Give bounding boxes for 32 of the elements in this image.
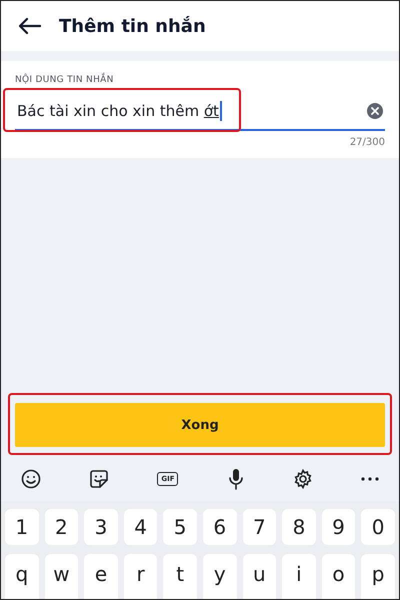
clear-icon[interactable] — [367, 103, 383, 119]
done-button[interactable]: Xong — [15, 403, 385, 447]
more-icon[interactable] — [361, 477, 379, 481]
microphone-icon[interactable] — [226, 468, 245, 490]
keyboard-key[interactable]: 2 — [44, 509, 78, 545]
keyboard-key[interactable]: y — [202, 554, 237, 599]
back-arrow-icon[interactable] — [19, 18, 41, 34]
keyboard-key[interactable]: 0 — [361, 509, 395, 545]
keyboard-key[interactable]: o — [322, 554, 356, 599]
sticker-icon[interactable] — [89, 469, 110, 489]
keyboard-key[interactable]: q — [5, 554, 39, 599]
keyboard-key[interactable]: 4 — [124, 509, 158, 545]
keyboard-key[interactable]: p — [361, 554, 395, 599]
emoji-icon[interactable] — [21, 469, 41, 489]
keyboard-key[interactable]: w — [44, 554, 78, 599]
field-label: NỘI DUNG TIN NHẮN — [15, 75, 114, 85]
keyboard-key[interactable]: i — [282, 554, 316, 599]
keyboard-key[interactable]: 8 — [282, 509, 316, 545]
keyboard-key[interactable]: 6 — [202, 509, 237, 545]
page-title: Thêm tin nhắn — [59, 16, 206, 36]
keyboard-key[interactable]: t — [163, 554, 197, 599]
character-counter: 27/300 — [350, 137, 385, 148]
keyboard-key[interactable]: 3 — [84, 509, 118, 545]
keyboard-key[interactable]: 5 — [163, 509, 197, 545]
keyboard-key[interactable]: e — [84, 554, 118, 599]
keyboard-key[interactable]: 7 — [242, 509, 276, 545]
keyboard-key[interactable]: r — [124, 554, 158, 599]
keyboard-key[interactable]: 1 — [5, 509, 39, 545]
keyboard-key[interactable]: u — [242, 554, 276, 599]
settings-icon[interactable] — [292, 469, 313, 489]
keyboard-key[interactable]: 9 — [322, 509, 356, 545]
message-field[interactable]: Bác tài xin cho xin thêm ớt — [15, 93, 385, 131]
